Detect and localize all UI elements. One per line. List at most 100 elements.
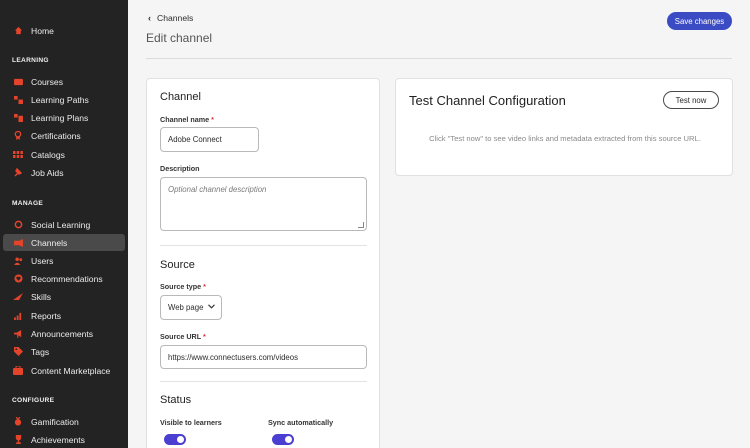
- save-changes-button[interactable]: Save changes: [667, 12, 732, 30]
- breadcrumb-label: Channels: [157, 13, 194, 23]
- visible-to-learners-toggle[interactable]: [164, 434, 186, 445]
- sidebar-item-learning-plans[interactable]: Learning Plans: [3, 109, 125, 126]
- breadcrumb-back-link[interactable]: ‹ Channels: [148, 13, 193, 23]
- sidebar-item-label: Learning Paths: [31, 94, 89, 105]
- sidebar-item-catalogs[interactable]: Catalogs: [3, 146, 125, 163]
- sidebar-item-home[interactable]: Home: [3, 22, 125, 39]
- sidebar-item-label: Skills: [31, 291, 52, 302]
- sidebar-item-label: Gamification: [31, 416, 79, 427]
- gamification-icon: [11, 417, 25, 426]
- source-type-label-text: Source type: [160, 282, 202, 291]
- source-url-input[interactable]: https://www.connectusers.com/videos: [160, 345, 367, 369]
- sidebar-section-manage: MANAGE: [12, 200, 44, 207]
- sidebar-item-achievements[interactable]: Achievements: [3, 431, 125, 448]
- status-section-title: Status: [160, 394, 192, 406]
- learning-paths-icon: [11, 95, 25, 104]
- content-marketplace-icon: [11, 366, 25, 375]
- sidebar-item-content-marketplace[interactable]: Content Marketplace: [3, 362, 125, 379]
- sidebar-item-certifications[interactable]: Certifications: [3, 127, 125, 144]
- toggle-knob: [285, 436, 292, 443]
- sidebar-item-courses[interactable]: Courses: [3, 73, 125, 90]
- source-url-value: https://www.connectusers.com/videos: [168, 352, 299, 362]
- sidebar-item-job-aids[interactable]: Job Aids: [3, 164, 125, 181]
- sidebar-item-users[interactable]: Users: [3, 252, 125, 269]
- source-type-value: Web page: [168, 303, 204, 312]
- sidebar-item-label: Catalogs: [31, 149, 65, 160]
- sidebar-item-recommendations[interactable]: Recommendations: [3, 270, 125, 287]
- courses-icon: [11, 78, 25, 86]
- test-panel-title: Test Channel Configuration: [409, 93, 566, 108]
- test-now-button[interactable]: Test now: [663, 91, 719, 109]
- channel-section-title: Channel: [160, 91, 201, 103]
- sidebar-item-label: Home: [31, 25, 54, 36]
- sidebar-item-label: Announcements: [31, 328, 94, 339]
- channel-name-label-text: Channel name: [160, 115, 210, 124]
- sidebar-item-label: Job Aids: [31, 167, 64, 178]
- page-title: Edit channel: [146, 31, 213, 45]
- test-configuration-card: Test Channel Configuration Test now Clic…: [395, 78, 733, 176]
- source-url-label: Source URL *: [160, 332, 206, 341]
- sync-automatically-label: Sync automatically: [268, 418, 334, 427]
- sidebar-item-social-learning[interactable]: Social Learning: [3, 216, 125, 233]
- recommendations-icon: [11, 274, 25, 283]
- channel-name-value: Adobe Connect: [168, 135, 222, 144]
- channel-form-card: Channel Channel name * Adobe Connect Des…: [146, 78, 380, 448]
- required-marker: *: [203, 282, 206, 291]
- sidebar-section-learning: LEARNING: [12, 57, 49, 64]
- sidebar-item-label: Courses: [31, 76, 63, 87]
- channels-icon: [11, 238, 25, 247]
- sidebar-item-label: Users: [31, 255, 54, 266]
- source-type-select[interactable]: Web page: [160, 295, 222, 320]
- description-textarea[interactable]: Optional channel description: [160, 177, 367, 231]
- learning-plans-icon: [11, 113, 25, 122]
- tags-icon: [11, 347, 25, 356]
- sidebar-item-reports[interactable]: Reports: [3, 307, 125, 324]
- section-divider: [160, 245, 367, 246]
- description-label: Description: [160, 164, 200, 173]
- section-divider: [160, 381, 367, 382]
- sidebar-item-announcements[interactable]: Announcements: [3, 325, 125, 342]
- source-section-title: Source: [160, 259, 195, 271]
- chevron-down-icon: [208, 304, 216, 311]
- sidebar-item-label: Certifications: [31, 130, 81, 141]
- source-type-label: Source type *: [160, 282, 206, 291]
- toggle-knob: [177, 436, 184, 443]
- sidebar-item-label: Achievements: [31, 434, 85, 445]
- sidebar-item-label: Content Marketplace: [31, 365, 111, 376]
- sidebar-item-learning-paths[interactable]: Learning Paths: [3, 91, 125, 108]
- visible-to-learners-label: Visible to learners: [160, 418, 222, 427]
- social-learning-icon: [11, 220, 25, 229]
- channel-name-input[interactable]: Adobe Connect: [160, 127, 259, 152]
- achievements-icon: [11, 435, 25, 444]
- reports-icon: [11, 312, 25, 320]
- required-marker: *: [203, 332, 206, 341]
- sidebar: Home LEARNING Courses Learning Paths Lea…: [0, 0, 128, 448]
- sidebar-item-channels[interactable]: Channels: [3, 234, 125, 251]
- users-icon: [11, 256, 25, 265]
- source-url-label-text: Source URL: [160, 332, 202, 341]
- home-icon: [11, 26, 25, 35]
- skills-icon: [11, 293, 25, 300]
- sidebar-item-tags[interactable]: Tags: [3, 343, 125, 360]
- sidebar-item-label: Social Learning: [31, 219, 91, 230]
- test-panel-hint: Click "Test now" to see video links and …: [429, 134, 701, 143]
- chevron-left-icon: ‹: [148, 13, 151, 23]
- sidebar-item-label: Tags: [31, 346, 50, 357]
- header-divider: [146, 58, 732, 59]
- sidebar-item-label: Recommendations: [31, 273, 103, 284]
- sidebar-item-label: Reports: [31, 310, 62, 321]
- catalogs-icon: [11, 151, 25, 158]
- sidebar-item-label: Learning Plans: [31, 112, 89, 123]
- required-marker: *: [211, 115, 214, 124]
- sync-automatically-toggle[interactable]: [272, 434, 294, 445]
- description-placeholder: Optional channel description: [168, 185, 267, 194]
- channel-name-label: Channel name *: [160, 115, 214, 124]
- sidebar-item-gamification[interactable]: Gamification: [3, 413, 125, 430]
- sidebar-item-label: Channels: [31, 237, 68, 248]
- certifications-icon: [11, 131, 25, 140]
- resize-handle[interactable]: [358, 222, 364, 228]
- job-aids-icon: [11, 168, 25, 177]
- sidebar-item-skills[interactable]: Skills: [3, 288, 125, 305]
- sidebar-section-configure: CONFIGURE: [12, 397, 55, 404]
- announcements-icon: [11, 329, 25, 338]
